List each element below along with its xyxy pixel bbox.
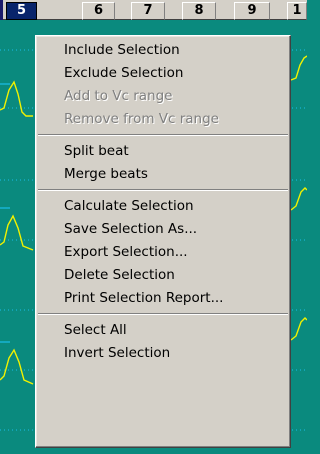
beat-header-strip: 5 6 7 8 9 1 xyxy=(0,0,307,20)
menu-item-save-selection-as[interactable]: Save Selection As... xyxy=(36,218,290,241)
menu-separator xyxy=(36,186,290,195)
beat-column-header[interactable]: 7 xyxy=(131,2,165,20)
header-left-edge xyxy=(0,0,3,20)
menu-item-remove-from-vc-range[interactable]: Remove from Vc range xyxy=(36,108,290,131)
menu-item-calculate-selection[interactable]: Calculate Selection xyxy=(36,195,290,218)
menu-separator xyxy=(36,310,290,319)
beat-column-header[interactable]: 5 xyxy=(6,2,37,20)
beat-column-header[interactable]: 6 xyxy=(82,2,115,20)
menu-item-include-selection[interactable]: Include Selection xyxy=(36,39,290,62)
menu-item-merge-beats[interactable]: Merge beats xyxy=(36,163,290,186)
beat-column-header[interactable]: 9 xyxy=(234,2,270,20)
context-menu: Include Selection Exclude Selection Add … xyxy=(35,35,291,448)
beat-column-header[interactable]: 1 xyxy=(287,2,307,20)
menu-item-add-to-vc-range[interactable]: Add to Vc range xyxy=(36,85,290,108)
menu-item-delete-selection[interactable]: Delete Selection xyxy=(36,264,290,287)
menu-item-print-selection-report[interactable]: Print Selection Report... xyxy=(36,287,290,310)
menu-item-select-all[interactable]: Select All xyxy=(36,319,290,342)
menu-item-split-beat[interactable]: Split beat xyxy=(36,140,290,163)
beat-column-header[interactable]: 8 xyxy=(182,2,216,20)
menu-item-exclude-selection[interactable]: Exclude Selection xyxy=(36,62,290,85)
menu-separator xyxy=(36,131,290,140)
menu-item-export-selection[interactable]: Export Selection... xyxy=(36,241,290,264)
menu-item-invert-selection[interactable]: Invert Selection xyxy=(36,342,290,365)
